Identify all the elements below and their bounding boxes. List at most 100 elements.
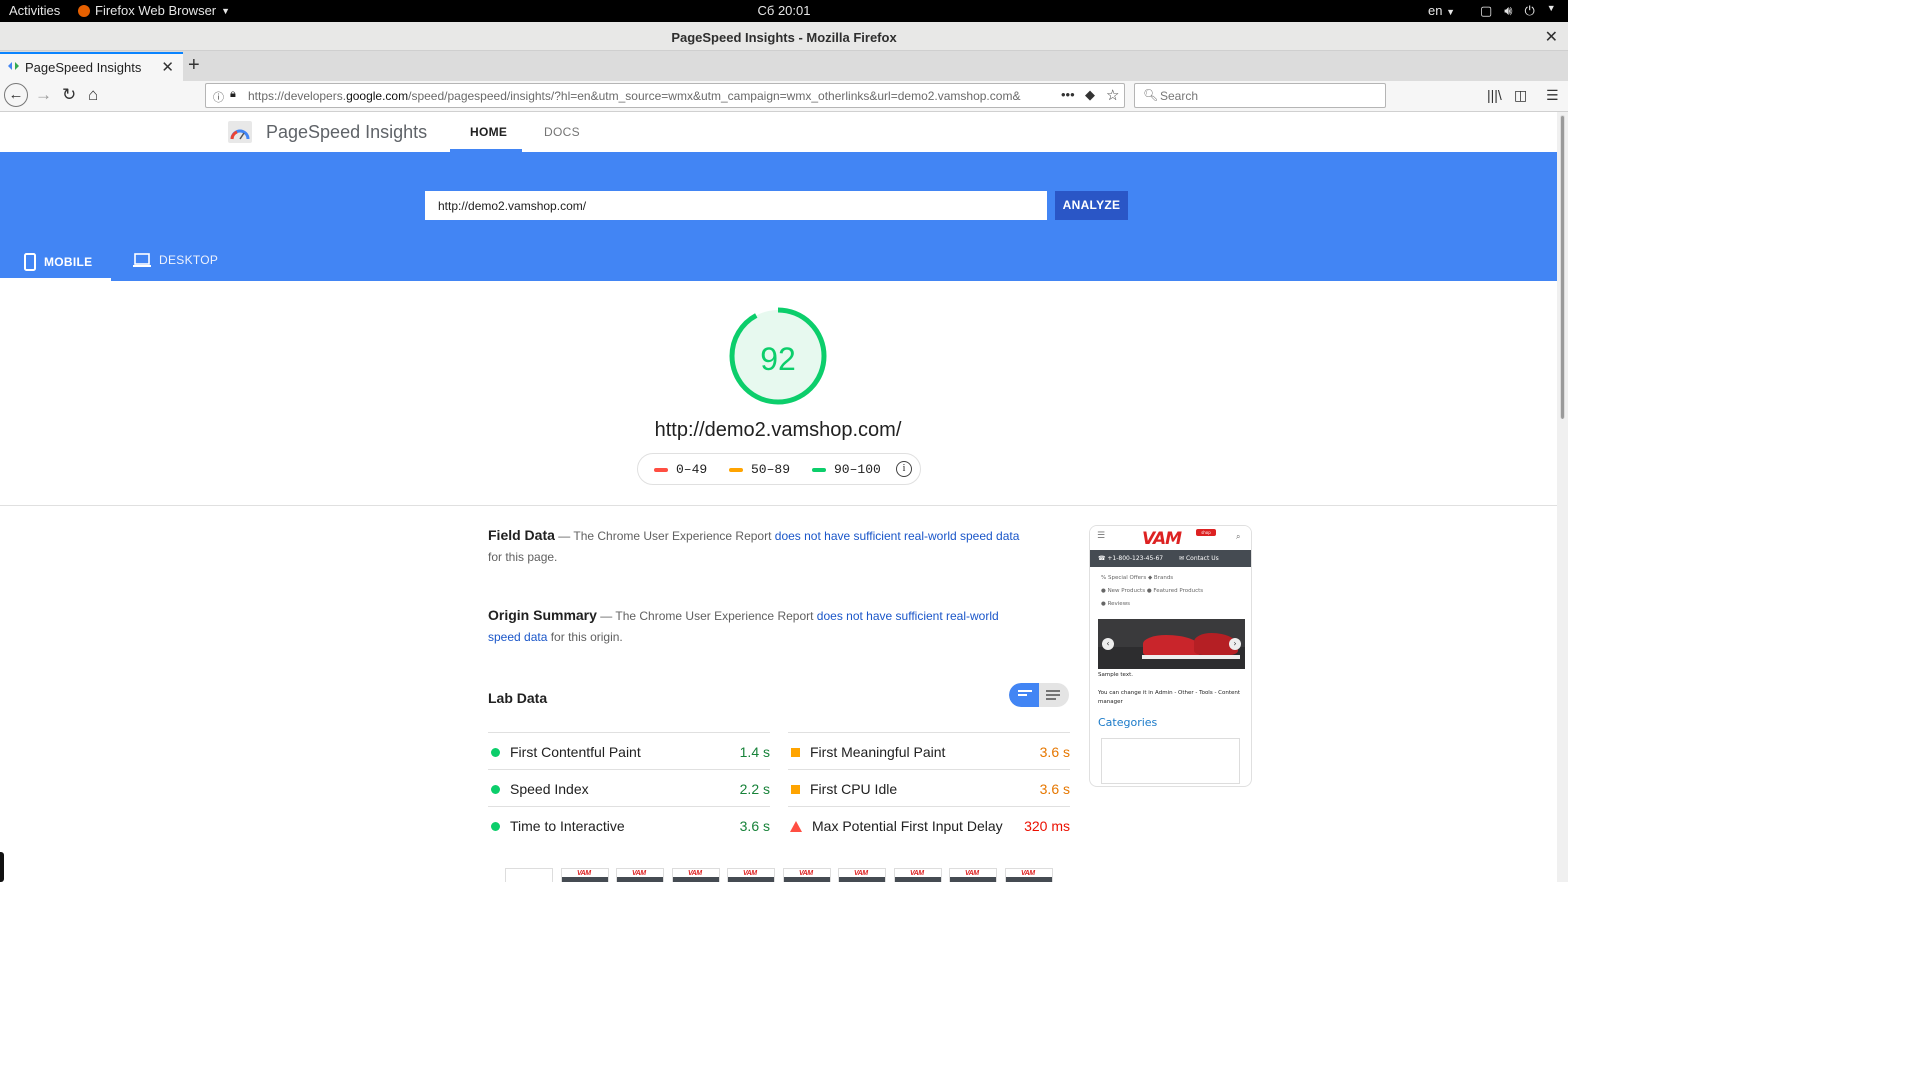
reload-icon[interactable]: ↻ [62,85,76,105]
forward-icon[interactable]: → [35,85,52,105]
site-info-icon[interactable]: ⓘ [213,89,224,105]
sidebar-icon[interactable]: ◫ [1514,87,1527,104]
filmstrip-frame [505,868,553,882]
preview-logo: VAM [1142,529,1182,549]
good-status-icon [491,822,500,831]
mail-icon: ✉ [1179,555,1185,562]
mobile-icon [24,253,36,271]
star-icon: ● [1146,588,1152,594]
metric-value: 320 ms [1024,818,1070,834]
preview-link: Brands [1153,575,1174,581]
legend-poor-swatch [654,467,668,472]
tab-bar: PageSpeed Insights ✕ + [0,51,1568,81]
filmstrip-frame: VAM [561,868,609,882]
field-data-heading: Field Data [488,527,555,543]
preview-categories-box [1101,738,1240,784]
legend-item-average: 50–89 [729,462,790,477]
summary-view-icon[interactable] [1018,690,1032,698]
tab-pagespeed[interactable]: PageSpeed Insights ✕ [0,52,183,81]
app-menu[interactable]: Firefox Web Browser ▼ [78,3,230,18]
page-screenshot-preview: ☰ VAM shop ⌕ ☎ +1-800-123-45-67 ✉ Contac… [1089,525,1252,787]
window-title-bar: PageSpeed Insights - Mozilla Firefox ✕ [0,22,1568,51]
average-status-icon [791,785,800,794]
pocket-icon[interactable]: ◆ [1085,87,1095,103]
pagespeed-logo-icon [228,121,252,143]
page-actions-icon[interactable]: ••• [1061,87,1075,102]
thumb-bar [1006,877,1052,882]
preview-header: ☰ VAM shop ⌕ [1090,526,1251,550]
language-indicator[interactable]: en ▼ [1428,3,1455,18]
volume-icon: 🔊︎ [1504,3,1513,18]
thumb-logo: VAM [965,870,979,877]
poor-status-icon [790,821,802,832]
activities-button[interactable]: Activities [9,3,60,18]
caret-down-icon: ▼ [1546,3,1556,13]
preview-logo-tag: shop [1196,529,1216,536]
power-icon: ⏻ [1524,3,1535,18]
page-scrollbar[interactable] [1557,112,1568,882]
filmstrip-frame: VAM [616,868,664,882]
metric-max-potential-fid: Max Potential First Input Delay 320 ms [788,806,1070,842]
device-active-indicator [0,278,111,281]
metric-speed-index: Speed Index 2.2 s [488,769,770,805]
tag-icon: ◆ [1147,575,1153,581]
thumb-bar [562,877,608,882]
thumb-logo: VAM [910,870,924,877]
info-icon[interactable]: i [896,461,912,477]
scrollbar-thumb[interactable] [1560,115,1565,419]
lab-data-heading: Lab Data [488,690,548,706]
search-input[interactable]: 🔍︎ Search [1134,83,1386,108]
preview-contact: ✉ Contact Us [1179,555,1219,562]
metric-value: 3.6 s [1039,781,1070,797]
analyze-button[interactable]: ANALYZE [1055,191,1128,220]
close-window-icon[interactable]: ✕ [1545,27,1558,47]
url-text[interactable]: https://developers.google.com/speed/page… [248,89,1028,103]
tab-desktop[interactable]: DESKTOP [133,253,218,267]
hamburger-menu-icon[interactable]: ☰ [1546,87,1559,104]
field-data-link[interactable]: does not have sufficient real-world spee… [775,529,1020,543]
clock[interactable]: Сб 20:01 [0,3,1568,18]
analyze-url-input[interactable] [425,191,1047,220]
back-button[interactable]: ← [4,83,28,107]
thumb-logo: VAM [854,870,868,877]
tab-mobile-label: MOBILE [44,255,93,269]
system-tray[interactable]: ▢ 🔊︎ ⏻ ▼ [1480,3,1556,19]
thumb-logo: VAM [743,870,757,877]
desktop-icon [133,253,151,267]
menu-icon: ☰ [1097,531,1106,541]
metric-name: Speed Index [510,781,589,797]
field-data-suffix: for this page. [488,550,558,564]
average-status-icon [791,748,800,757]
url-bar[interactable]: ⓘ 🔒︎ https://developers.google.com/speed… [205,83,1125,108]
origin-summary-section: Origin Summary — The Chrome User Experie… [488,605,1028,648]
thumb-logo: VAM [799,870,813,877]
metric-value: 1.4 s [739,744,770,760]
bookmark-star-icon[interactable]: ☆ [1106,86,1119,104]
library-icon[interactable]: |||\ [1487,87,1502,103]
caret-down-icon: ▼ [1446,7,1456,17]
nav-docs-tab[interactable]: DOCS [544,125,580,139]
performance-score: 92 [760,341,796,377]
filmstrip-frame: VAM [672,868,720,882]
metric-name: First Meaningful Paint [810,744,946,760]
legend-label: 50–89 [751,462,791,477]
preview-link: Featured Products [1153,588,1204,594]
close-tab-icon[interactable]: ✕ [161,58,174,76]
thumb-logo: VAM [1021,870,1035,877]
nav-home-tab[interactable]: HOME [470,125,507,139]
hero-sole [1142,655,1240,659]
home-icon[interactable]: ⌂ [88,85,98,105]
caret-down-icon: ▼ [221,5,231,16]
new-tab-icon[interactable]: + [188,54,200,77]
filmstrip-frame: VAM [727,868,775,882]
preview-link: New Products [1107,588,1146,594]
metrics-view-toggle[interactable] [1009,683,1069,707]
tab-mobile[interactable]: MOBILE [24,253,92,271]
description-view-icon[interactable] [1046,690,1060,702]
firefox-icon [78,4,90,17]
origin-summary-suffix: for this origin. [547,630,623,644]
analyze-band: ANALYZE MOBILE DESKTOP [0,152,1557,281]
insecure-lock-icon[interactable]: 🔒︎ [230,88,236,101]
page-viewport: PageSpeed Insights HOME DOCS ANALYZE MOB… [0,112,1568,882]
thumb-bar [673,877,719,882]
